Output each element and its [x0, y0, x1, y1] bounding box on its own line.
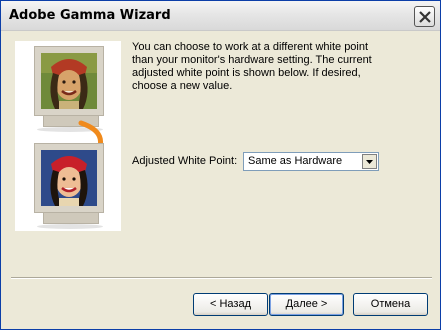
footer-divider: [11, 277, 432, 279]
portrait-before-image: [41, 53, 97, 109]
monitor-after-image: [34, 143, 104, 229]
title-bar[interactable]: Adobe Gamma Wizard: [1, 1, 440, 31]
white-point-label: Adjusted White Point:: [132, 155, 238, 167]
close-icon: [419, 11, 431, 23]
cancel-button[interactable]: Отмена: [353, 293, 428, 316]
back-button[interactable]: < Назад: [193, 293, 268, 316]
monitor-stand: [43, 212, 99, 224]
monitor-shadow: [37, 224, 103, 229]
next-button[interactable]: Далее >: [269, 293, 344, 316]
window-title: Adobe Gamma Wizard: [9, 8, 171, 23]
white-point-value: Same as Hardware: [248, 155, 343, 167]
gamma-wizard-window: Adobe Gamma Wizard You can choose to wor…: [0, 0, 441, 330]
portrait-after-image: [41, 150, 97, 206]
description-text: You can choose to work at a different wh…: [132, 41, 372, 92]
dropdown-button[interactable]: [362, 154, 377, 169]
white-point-select[interactable]: Same as Hardware: [243, 152, 379, 171]
white-point-illustration: [15, 41, 121, 231]
monitor-before-image: [34, 46, 104, 132]
chevron-down-icon: [366, 160, 373, 164]
close-button[interactable]: [414, 6, 435, 27]
